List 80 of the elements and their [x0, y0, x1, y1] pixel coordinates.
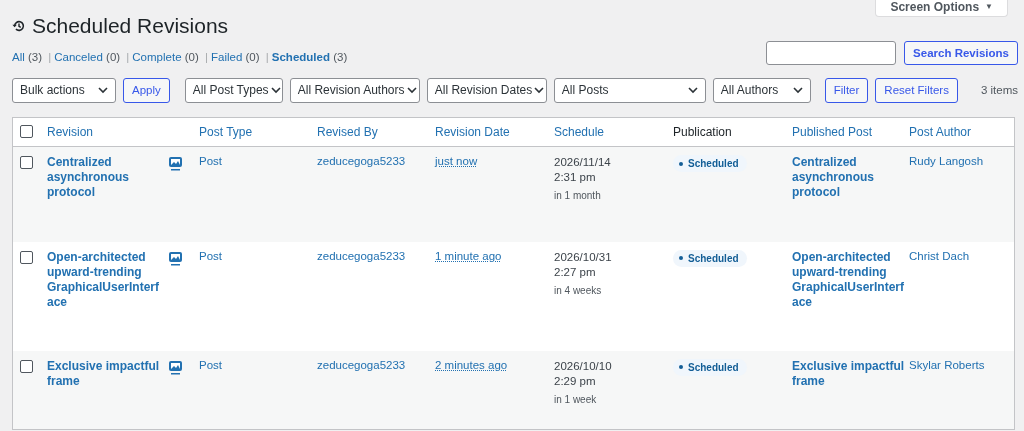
chevron-down-icon [534, 86, 545, 94]
column-header[interactable]: Published Post [792, 125, 873, 139]
revision-link[interactable]: Centralized asynchronous protocol [47, 155, 161, 200]
count-text: (3) [28, 51, 43, 63]
revision-link[interactable]: Open-architected upward-trending GraphicalUserInterface [47, 249, 161, 310]
page-title: Scheduled Revisions [32, 14, 229, 38]
filter-link[interactable]: Canceled [54, 51, 103, 63]
separator: | [265, 51, 269, 63]
author-link[interactable]: zeducegoga5233 [317, 155, 406, 167]
relative-time: in 1 week [554, 392, 598, 407]
chevron-down-icon [687, 86, 698, 94]
table-cell: 2 minutes ago [435, 358, 508, 371]
column-header[interactable]: Revised By [317, 125, 378, 139]
screen-options-button[interactable]: Screen Options ▼ [875, 0, 1008, 17]
column-header[interactable]: Schedule [554, 125, 605, 139]
table-cell: 1 minute ago [435, 249, 502, 262]
separator: | [48, 51, 52, 63]
dropdown[interactable]: All Revision Dates [426, 77, 547, 103]
history-icon [12, 19, 26, 33]
separator: | [205, 51, 208, 63]
author-link[interactable]: zeducegoga5233 [317, 358, 406, 371]
image-icon [168, 359, 183, 375]
published-post-link[interactable]: Open-architected upward-trending GraphicalUserInterface [792, 249, 906, 310]
image-icon [168, 156, 183, 171]
filter-button[interactable]: Filter [824, 77, 869, 103]
relative-time: in 4 weeks [554, 283, 603, 298]
dropdown[interactable]: All Authors [712, 77, 811, 103]
author-link[interactable]: Skylar Roberts [909, 358, 985, 371]
date-text: 2026/10/10 [554, 358, 613, 374]
author-link[interactable]: Christ Dach [909, 249, 970, 262]
time-text: 2:31 pm [554, 170, 597, 185]
search-button[interactable]: Search Revisions [904, 41, 1018, 65]
filter-link[interactable]: Scheduled [271, 51, 330, 63]
separator: | [126, 51, 130, 63]
dropdown[interactable]: Bulk actions [12, 77, 116, 103]
item-count: 3 items [980, 84, 1018, 96]
image-icon [168, 250, 183, 266]
chevron-down-icon [406, 86, 417, 94]
column-header[interactable]: Revision Date [435, 125, 510, 139]
column-header[interactable]: Revision [47, 125, 94, 139]
author-link[interactable]: Rudy Langosh [909, 155, 984, 167]
apply-button[interactable]: Apply [123, 77, 170, 103]
table-cell: just now [435, 155, 478, 167]
date-text: 2026/10/31 [554, 249, 613, 265]
filter-link[interactable]: Complete [132, 51, 182, 63]
relative-time: in 1 month [554, 189, 602, 203]
filter-link[interactable]: Failed [211, 51, 243, 63]
dropdown[interactable]: All Post Types [184, 77, 283, 103]
checkbox[interactable] [20, 250, 33, 264]
time-text: 2:29 pm [554, 373, 597, 389]
chevron-down-icon [270, 86, 281, 94]
status-badge: Scheduled [673, 155, 747, 172]
time-text: 2:27 pm [554, 264, 597, 280]
search-field[interactable] [766, 41, 897, 65]
author-link[interactable]: zeducegoga5233 [317, 249, 406, 262]
column-header[interactable]: Post Type [199, 125, 253, 139]
chevron-down-icon [98, 86, 108, 94]
chevron-down-icon [792, 86, 803, 94]
status-badge: Scheduled [673, 358, 747, 376]
count-text: (0) [184, 51, 199, 63]
count-text: (0) [245, 51, 260, 63]
filter-link[interactable]: All [12, 51, 25, 63]
dropdown[interactable]: All Revision Authors [289, 77, 420, 103]
dropdown[interactable]: All Posts [553, 77, 706, 103]
post-type-link[interactable]: Post [199, 358, 222, 371]
count-text: (0) [106, 51, 121, 63]
checkbox[interactable] [20, 359, 33, 373]
filter-button[interactable]: Reset Filters [875, 77, 958, 103]
column-header[interactable]: Post Author [909, 125, 972, 139]
column-header: Publication [673, 125, 732, 139]
published-post-link[interactable]: Centralized asynchronous protocol [792, 155, 906, 200]
checkbox[interactable] [20, 156, 33, 169]
count-text: (3) [333, 51, 348, 63]
post-type-link[interactable]: Post [199, 249, 222, 262]
revision-link[interactable]: Exclusive impactful frame [47, 358, 161, 389]
published-post-link[interactable]: Exclusive impactful frame [792, 358, 906, 389]
status-badge: Scheduled [673, 249, 747, 267]
date-text: 2026/11/14 [554, 155, 612, 170]
post-type-link[interactable]: Post [199, 155, 222, 167]
checkbox[interactable] [20, 124, 33, 138]
